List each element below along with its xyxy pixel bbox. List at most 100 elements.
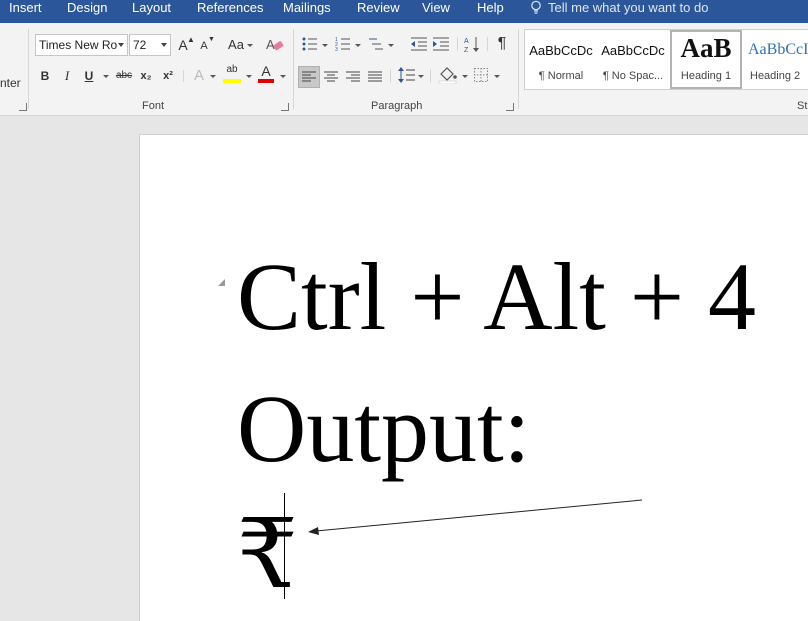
borders-icon [474,68,488,82]
style-name: ¶ Normal [538,70,584,82]
chevron-down-icon [322,44,328,47]
align-right-icon [346,71,360,82]
numbering-button[interactable]: 123 [335,36,351,57]
tab-mailings[interactable]: Mailings [283,0,331,23]
line-spacing-icon [398,67,415,83]
highlight-button[interactable]: ab [222,63,242,77]
shrink-arrow-icon: ▼ [208,36,215,43]
small-separator [390,69,391,83]
bullets-button[interactable] [302,36,318,57]
font-size-combo[interactable]: 72 [129,34,171,56]
tab-design[interactable]: Design [67,0,107,23]
style-heading-2[interactable]: AaBbCcI Heading 2 [743,30,808,89]
svg-text:A: A [266,37,275,52]
superscript-button[interactable]: x² [160,65,176,87]
style-preview: AaB [680,33,732,63]
bold-button[interactable]: B [38,65,52,87]
tab-references[interactable]: References [197,0,263,23]
bullet-list-icon [302,37,317,51]
style-name: ¶ No Spac... [602,70,664,82]
italic-button[interactable]: I [60,65,74,87]
align-left-button[interactable] [298,66,320,88]
group-separator [293,29,294,109]
eraser-icon: A [266,37,284,52]
tab-view[interactable]: View [422,0,450,23]
tab-help[interactable]: Help [477,0,504,23]
style-preview: AaBbCcI [748,41,808,58]
text-effects-button[interactable]: A [192,65,206,87]
font-color-button[interactable]: A [258,63,274,79]
chevron-down-icon [494,75,500,78]
chevron-down-icon [247,44,253,47]
styles-gallery: AaBbCcDc ¶ Normal AaBbCcDc ¶ No Spac... … [524,29,808,90]
tab-insert[interactable]: Insert [9,0,42,23]
clipboard-launcher-icon[interactable] [19,103,27,111]
small-separator [457,37,458,51]
font-size-value: 72 [133,38,147,52]
styles-group-label: St [797,100,808,112]
show-hide-button[interactable]: ¶ [495,33,509,55]
align-left-icon [302,71,316,82]
font-group-label: Font [142,100,165,112]
font-color-bar [258,79,274,83]
style-name: Heading 1 [680,70,732,82]
style-name: Heading 2 [750,70,801,82]
font-launcher-icon[interactable] [281,103,289,111]
ribbon: nter Times New Ro 72 A ▲ A ▼ Aa A B I U … [0,23,808,116]
tab-review[interactable]: Review [357,0,400,23]
document-page[interactable]: Ctrl + Alt + 4 Output: ₹ [139,134,808,621]
small-separator [183,70,184,82]
multilevel-list-icon [369,38,383,50]
shading-button[interactable] [438,66,458,89]
change-case-button[interactable]: Aa [226,34,246,56]
chevron-down-icon [388,44,394,47]
chevron-down-icon [418,75,424,78]
justify-icon [368,71,382,82]
chevron-down-icon [462,75,468,78]
format-painter-label[interactable]: nter [0,76,21,90]
tell-me-text: Tell me what you want to do [548,0,709,15]
group-separator [28,29,29,109]
font-name-value: Times New Ro [39,38,118,52]
chevron-down-icon [355,44,361,47]
underline-button[interactable]: U [82,65,96,87]
borders-button[interactable] [474,68,488,87]
svg-text:Z: Z [464,47,469,53]
decrease-indent-button[interactable] [410,36,428,57]
font-name-combo[interactable]: Times New Ro [35,34,128,56]
increase-indent-icon [433,37,449,51]
paint-bucket-icon [438,67,457,85]
chevron-down-icon [118,43,124,47]
lightbulb-icon [531,0,541,14]
svg-text:A: A [464,38,469,45]
tell-me-box[interactable]: Tell me what you want to do [530,0,708,23]
justify-button[interactable] [368,70,382,88]
menu-bar: Insert Design Layout References Mailings… [0,0,808,23]
chevron-down-icon [103,75,109,78]
style-heading-1[interactable]: AaB Heading 1 [670,30,742,89]
clear-formatting-button[interactable]: A [265,37,286,53]
increase-indent-button[interactable] [432,36,450,57]
small-separator [487,37,488,51]
multilevel-list-button[interactable] [368,36,384,57]
style-preview: AaBbCcDc [529,43,593,58]
align-center-button[interactable] [324,70,338,88]
group-separator [518,29,519,109]
style-normal[interactable]: AaBbCcDc ¶ Normal [525,30,597,89]
chevron-down-icon [246,75,252,78]
chevron-down-icon [280,75,286,78]
highlight-color-bar [223,79,241,83]
sort-icon: AZ [464,37,479,54]
style-no-spacing[interactable]: AaBbCcDc ¶ No Spac... [597,30,669,89]
tab-layout[interactable]: Layout [132,0,171,23]
subscript-button[interactable]: x₂ [138,65,154,87]
line-spacing-button[interactable] [398,67,416,88]
sort-button[interactable]: AZ [464,35,482,58]
paragraph-launcher-icon[interactable] [506,103,514,111]
chevron-down-icon [161,43,167,47]
style-preview: AaBbCcDc [601,43,665,58]
strikethrough-button[interactable]: abc [114,65,134,87]
decrease-indent-icon [411,37,427,51]
align-right-button[interactable] [346,70,360,88]
svg-text:3: 3 [335,47,338,52]
